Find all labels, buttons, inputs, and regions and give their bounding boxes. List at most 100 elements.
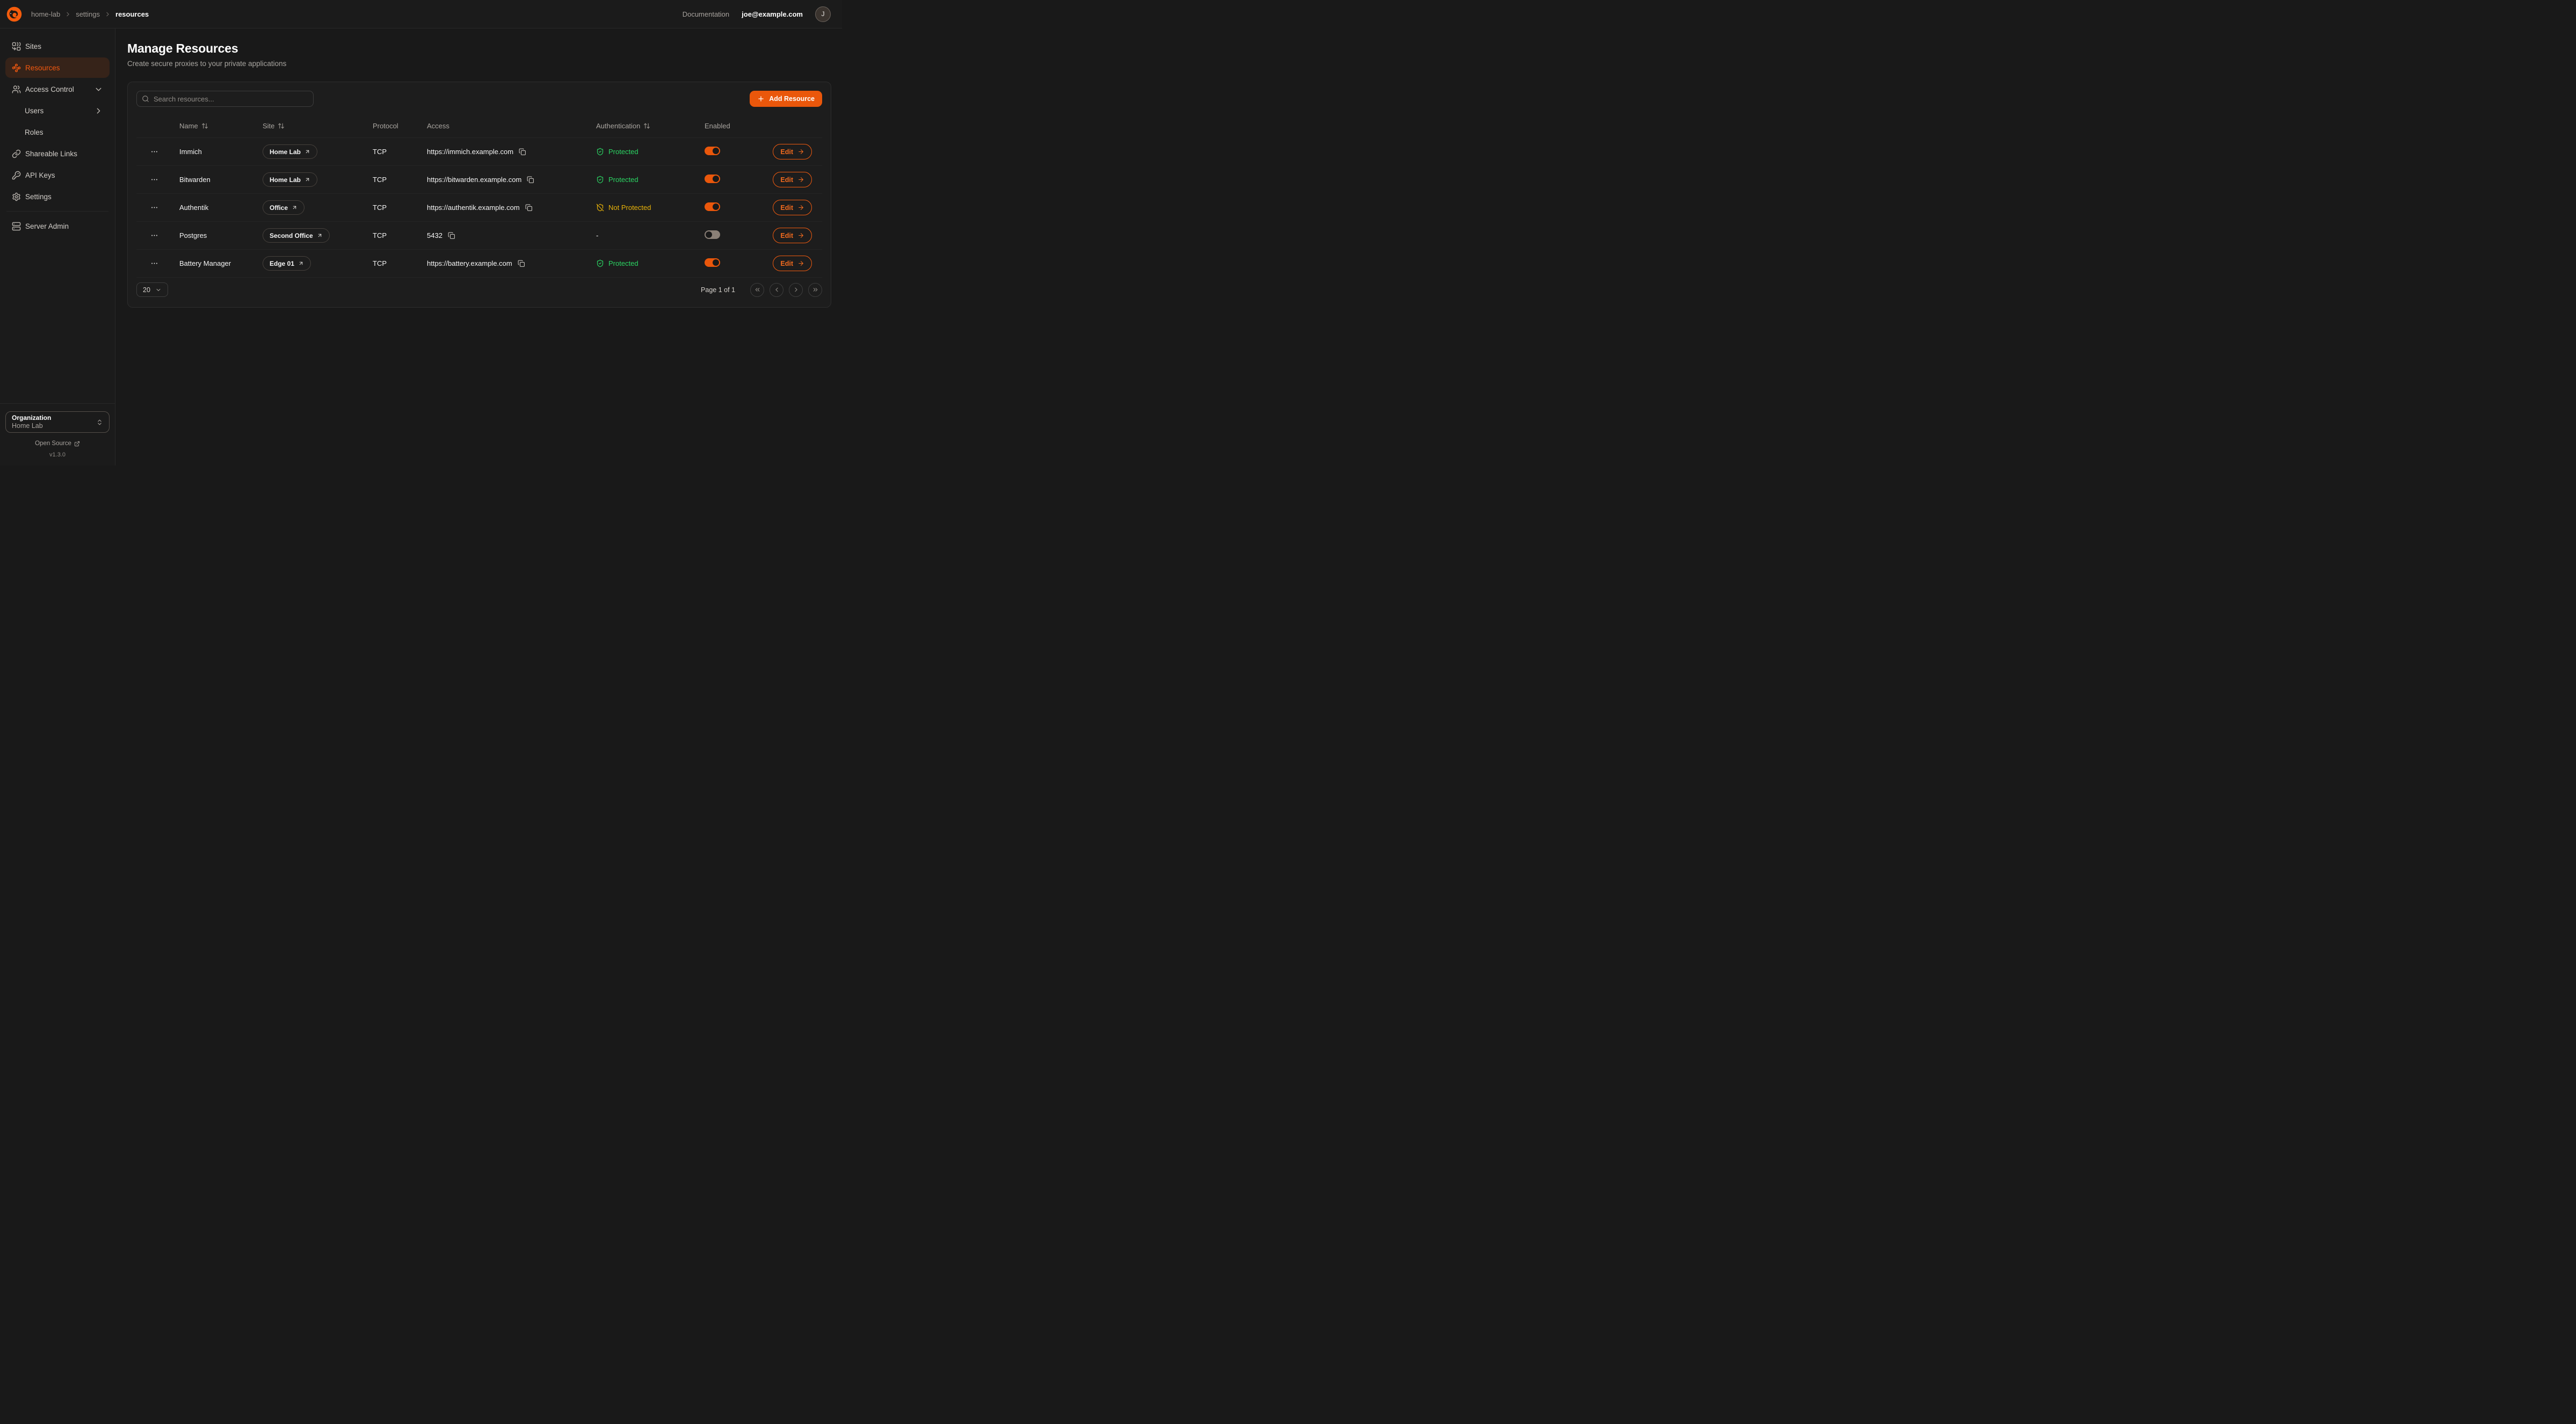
chevrons-right-icon [812,286,819,293]
version-label: v1.3.0 [5,452,110,458]
sidebar-item-api-keys[interactable]: API Keys [5,165,110,185]
sidebar-item-roles[interactable]: Roles [5,122,110,142]
edit-button[interactable]: Edit [773,172,812,187]
access-value: https://battery.example.com [427,259,512,267]
enabled-toggle[interactable] [705,175,720,183]
access-value: https://immich.example.com [427,148,513,156]
chevron-right-icon [94,106,103,115]
protocol-value: TCP [373,259,427,267]
arrow-up-right-icon [298,260,304,266]
sidebar-item-shareable-links[interactable]: Shareable Links [5,143,110,164]
site-link[interactable]: Edge 01 [263,256,311,271]
breadcrumb-org[interactable]: home-lab [31,10,60,18]
organization-value: Home Lab [12,422,51,431]
sidebar-item-resources[interactable]: Resources [5,57,110,78]
copy-button[interactable] [448,231,456,239]
first-page-button[interactable] [750,283,764,297]
protocol-value: TCP [373,231,427,239]
site-link[interactable]: Home Lab [263,172,317,187]
copy-button[interactable] [518,259,526,267]
copy-button[interactable] [525,204,533,212]
users-icon [12,85,21,94]
documentation-link[interactable]: Documentation [683,10,729,18]
auth-status: Protected [596,259,705,267]
sidebar-item-sites[interactable]: Sites [5,36,110,56]
shield-off-icon [596,204,604,212]
edit-button[interactable]: Edit [773,228,812,243]
organization-selector[interactable]: Organization Home Lab [5,411,110,433]
sidebar-item-server-admin[interactable]: Server Admin [5,216,110,236]
resource-name: Authentik [179,204,263,212]
arrow-up-right-icon [292,205,297,210]
edit-button[interactable]: Edit [773,256,812,271]
edit-button[interactable]: Edit [773,200,812,215]
server-icon [12,222,21,231]
page-size-select[interactable]: 20 [136,282,168,297]
key-icon [12,171,21,180]
auth-status: Protected [596,148,705,156]
column-header-site[interactable]: Site [263,122,373,130]
ellipsis-icon [150,204,158,212]
site-link[interactable]: Second Office [263,228,330,243]
sidebar-item-label: Users [25,107,43,115]
avatar-initial: J [822,10,825,18]
column-header-name[interactable]: Name [179,122,263,130]
protocol-value: TCP [373,204,427,212]
column-header-enabled: Enabled [705,122,769,130]
search-wrap [136,91,314,107]
arrow-right-icon [797,148,804,155]
search-input[interactable] [136,91,314,107]
arrow-right-icon [797,176,804,183]
sidebar-item-access-control[interactable]: Access Control [5,79,110,99]
resource-name: Postgres [179,231,263,239]
chevron-down-icon [155,287,162,293]
enabled-toggle[interactable] [705,230,720,239]
sidebar-item-users[interactable]: Users [5,100,110,121]
enabled-toggle[interactable] [705,147,720,155]
site-name: Second Office [270,232,313,239]
row-menu-button[interactable] [146,256,162,272]
sidebar-item-settings[interactable]: Settings [5,186,110,207]
next-page-button[interactable] [789,283,803,297]
row-menu-button[interactable] [146,144,162,160]
copy-icon [525,204,533,212]
site-link[interactable]: Home Lab [263,144,317,159]
enabled-toggle[interactable] [705,202,720,211]
sort-icon [278,122,285,129]
access-value: 5432 [427,231,442,239]
breadcrumb-settings[interactable]: settings [76,10,100,18]
user-email-button[interactable]: joe@example.com [742,10,803,18]
site-link[interactable]: Office [263,200,304,215]
edit-button[interactable]: Edit [773,144,812,159]
page-info: Page 1 of 1 [701,286,735,294]
sidebar-divider [6,211,108,212]
arrow-up-right-icon [304,149,310,155]
row-menu-button[interactable] [146,228,162,244]
pager: Page 1 of 1 [701,283,822,297]
access-value: https://authentik.example.com [427,204,520,212]
shield-check-icon [596,176,604,184]
sidebar-item-label: Access Control [25,85,74,93]
arrow-right-icon [797,232,804,239]
row-menu-button[interactable] [146,172,162,188]
arrow-right-icon [797,260,804,267]
page-title: Manage Resources [127,41,831,56]
copy-button[interactable] [519,148,527,156]
sort-icon [201,122,208,129]
open-source-link[interactable]: Open Source [5,440,110,447]
site-name: Home Lab [270,148,301,156]
copy-button[interactable] [527,176,535,184]
toggle-knob [706,231,712,238]
column-header-protocol: Protocol [373,122,427,130]
avatar[interactable]: J [815,6,831,22]
arrow-up-right-icon [304,177,310,183]
pangolin-logo-icon[interactable] [6,6,22,22]
previous-page-button[interactable] [770,283,783,297]
add-resource-button[interactable]: Add Resource [750,91,822,107]
row-menu-button[interactable] [146,200,162,216]
last-page-button[interactable] [808,283,822,297]
breadcrumb-resources[interactable]: resources [115,10,149,18]
access-value: https://bitwarden.example.com [427,176,521,184]
column-header-authentication[interactable]: Authentication [596,122,705,130]
enabled-toggle[interactable] [705,258,720,267]
